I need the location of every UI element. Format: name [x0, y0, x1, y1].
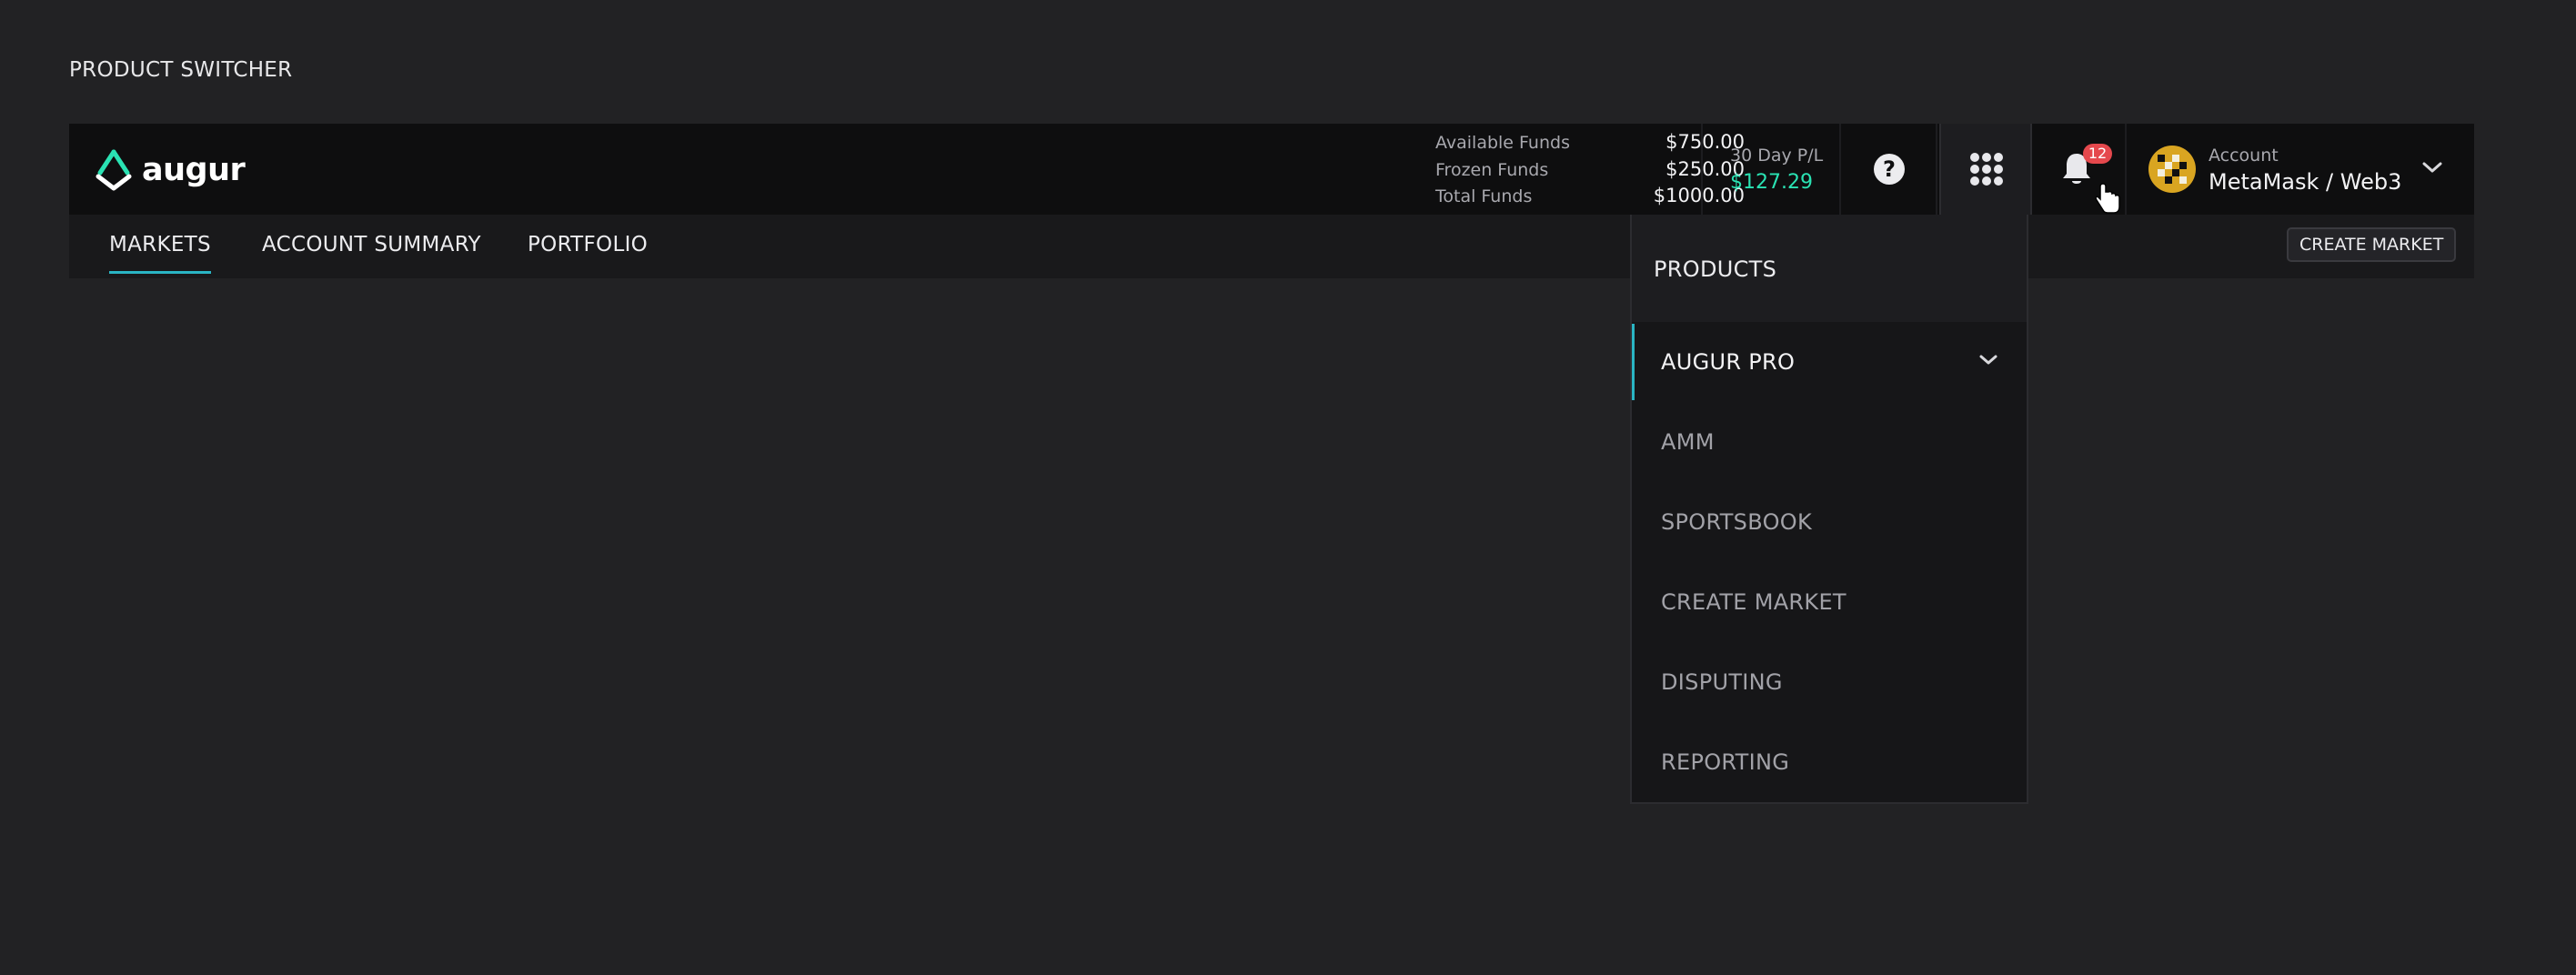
- page-title: PRODUCT SWITCHER: [69, 58, 293, 82]
- frozen-funds-label: Frozen Funds: [1435, 159, 1549, 180]
- augur-logo[interactable]: augur: [95, 147, 246, 193]
- notification-count-badge: 12: [2083, 144, 2112, 164]
- account-name: MetaMask / Web3: [2209, 169, 2402, 195]
- product-switcher-dropdown: PRODUCTS AUGUR PRO AMM SPORTSBOOK CREATE…: [1630, 215, 2028, 804]
- product-item-augur-pro[interactable]: AUGUR PRO: [1632, 324, 2027, 400]
- product-item-label: CREATE MARKET: [1661, 589, 1846, 615]
- question-circle-icon: ?: [1874, 154, 1905, 185]
- profit-loss-panel: 30 Day P/L $127.29: [1701, 124, 1841, 215]
- tab-portfolio[interactable]: PORTFOLIO: [528, 233, 648, 256]
- dropdown-header: PRODUCTS: [1632, 215, 2027, 322]
- product-item-label: REPORTING: [1661, 749, 1790, 775]
- hand-cursor-icon: [2096, 183, 2120, 214]
- product-item-create-market[interactable]: CREATE MARKET: [1632, 564, 2027, 640]
- product-item-label: SPORTSBOOK: [1661, 509, 1812, 535]
- tab-markets[interactable]: MARKETS: [109, 233, 211, 274]
- dropdown-title: PRODUCTS: [1654, 256, 1777, 282]
- sub-navigation: MARKETS ACCOUNT SUMMARY PORTFOLIO CREATE…: [69, 215, 2474, 278]
- product-item-label: AUGUR PRO: [1661, 349, 1796, 375]
- available-funds-row: Available Funds $750.00: [1435, 131, 1745, 158]
- account-label: Account: [2209, 146, 2279, 166]
- top-bar: augur Available Funds $750.00 Frozen Fun…: [69, 124, 2474, 215]
- help-button[interactable]: ?: [1841, 124, 1937, 215]
- pl-label: 30 Day P/L: [1730, 146, 1824, 166]
- product-item-label: DISPUTING: [1661, 669, 1783, 695]
- product-switcher-button[interactable]: [1939, 124, 2032, 215]
- product-item-reporting[interactable]: REPORTING: [1632, 724, 2027, 800]
- create-market-button[interactable]: CREATE MARKET: [2287, 227, 2457, 262]
- product-item-label: AMM: [1661, 429, 1715, 455]
- chevron-down-icon: [1979, 355, 1997, 365]
- available-funds-label: Available Funds: [1435, 133, 1570, 153]
- funds-summary: Available Funds $750.00 Frozen Funds $25…: [1435, 131, 1745, 212]
- product-item-amm[interactable]: AMM: [1632, 404, 2027, 480]
- chevron-down-icon: [2422, 162, 2442, 173]
- total-funds-row: Total Funds $1000.00: [1435, 185, 1745, 212]
- tab-account-summary[interactable]: ACCOUNT SUMMARY: [262, 233, 481, 256]
- product-item-sportsbook[interactable]: SPORTSBOOK: [1632, 484, 2027, 560]
- pl-value: $127.29: [1730, 171, 1813, 194]
- frozen-funds-row: Frozen Funds $250.00: [1435, 158, 1745, 186]
- product-item-disputing[interactable]: DISPUTING: [1632, 644, 2027, 720]
- avatar: [2148, 146, 2196, 193]
- grid-dots-icon: [1970, 153, 2003, 186]
- augur-logo-icon: [96, 149, 132, 191]
- account-menu[interactable]: Account MetaMask / Web3: [2148, 124, 2467, 215]
- logo-text: augur: [142, 152, 246, 188]
- total-funds-label: Total Funds: [1435, 186, 1533, 206]
